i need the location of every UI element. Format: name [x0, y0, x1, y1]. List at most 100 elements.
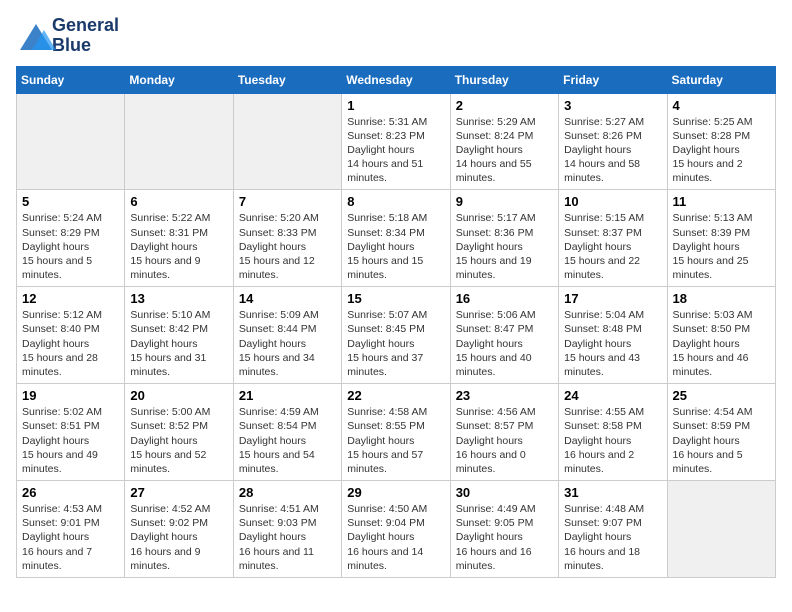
calendar-cell: 31 Sunrise: 4:48 AM Sunset: 9:07 PM Dayl… — [559, 481, 667, 578]
daylight-label: Daylight hours — [347, 435, 414, 447]
daylight-value: 15 hours and 52 minutes. — [130, 449, 206, 475]
sunset-label: Sunset: 9:07 PM — [564, 517, 642, 529]
sunrise-label: Sunrise: 4:54 AM — [673, 406, 753, 418]
daylight-label: Daylight hours — [564, 338, 631, 350]
calendar-cell: 13 Sunrise: 5:10 AM Sunset: 8:42 PM Dayl… — [125, 287, 233, 384]
calendar-week-row: 1 Sunrise: 5:31 AM Sunset: 8:23 PM Dayli… — [17, 93, 776, 190]
daylight-label: Daylight hours — [239, 435, 306, 447]
daylight-value: 15 hours and 37 minutes. — [347, 352, 423, 378]
calendar-cell: 29 Sunrise: 4:50 AM Sunset: 9:04 PM Dayl… — [342, 481, 450, 578]
sunrise-label: Sunrise: 5:10 AM — [130, 309, 210, 321]
sunrise-label: Sunrise: 4:58 AM — [347, 406, 427, 418]
sunset-label: Sunset: 8:26 PM — [564, 130, 642, 142]
sunset-label: Sunset: 8:57 PM — [456, 420, 534, 432]
day-info: Sunrise: 5:29 AM Sunset: 8:24 PM Dayligh… — [456, 115, 553, 186]
weekday-header-row: SundayMondayTuesdayWednesdayThursdayFrid… — [17, 66, 776, 93]
calendar-cell: 8 Sunrise: 5:18 AM Sunset: 8:34 PM Dayli… — [342, 190, 450, 287]
day-number: 6 — [130, 194, 227, 209]
day-info: Sunrise: 5:15 AM Sunset: 8:37 PM Dayligh… — [564, 211, 661, 282]
calendar-cell — [233, 93, 341, 190]
day-number: 21 — [239, 388, 336, 403]
sunset-label: Sunset: 8:33 PM — [239, 227, 317, 239]
sunrise-label: Sunrise: 5:24 AM — [22, 212, 102, 224]
sunset-label: Sunset: 8:48 PM — [564, 323, 642, 335]
day-number: 17 — [564, 291, 661, 306]
day-info: Sunrise: 4:50 AM Sunset: 9:04 PM Dayligh… — [347, 502, 444, 573]
calendar-cell: 3 Sunrise: 5:27 AM Sunset: 8:26 PM Dayli… — [559, 93, 667, 190]
day-info: Sunrise: 4:58 AM Sunset: 8:55 PM Dayligh… — [347, 405, 444, 476]
sunrise-label: Sunrise: 5:03 AM — [673, 309, 753, 321]
calendar-week-row: 26 Sunrise: 4:53 AM Sunset: 9:01 PM Dayl… — [17, 481, 776, 578]
day-number: 25 — [673, 388, 770, 403]
daylight-label: Daylight hours — [673, 241, 740, 253]
day-number: 23 — [456, 388, 553, 403]
sunset-label: Sunset: 8:23 PM — [347, 130, 425, 142]
daylight-label: Daylight hours — [347, 241, 414, 253]
day-info: Sunrise: 5:17 AM Sunset: 8:36 PM Dayligh… — [456, 211, 553, 282]
sunset-label: Sunset: 8:54 PM — [239, 420, 317, 432]
calendar-week-row: 19 Sunrise: 5:02 AM Sunset: 8:51 PM Dayl… — [17, 384, 776, 481]
calendar-cell: 6 Sunrise: 5:22 AM Sunset: 8:31 PM Dayli… — [125, 190, 233, 287]
sunset-label: Sunset: 8:45 PM — [347, 323, 425, 335]
daylight-value: 16 hours and 14 minutes. — [347, 546, 423, 572]
day-info: Sunrise: 5:10 AM Sunset: 8:42 PM Dayligh… — [130, 308, 227, 379]
day-info: Sunrise: 5:07 AM Sunset: 8:45 PM Dayligh… — [347, 308, 444, 379]
day-info: Sunrise: 4:55 AM Sunset: 8:58 PM Dayligh… — [564, 405, 661, 476]
daylight-value: 15 hours and 40 minutes. — [456, 352, 532, 378]
calendar-cell: 17 Sunrise: 5:04 AM Sunset: 8:48 PM Dayl… — [559, 287, 667, 384]
calendar-cell: 23 Sunrise: 4:56 AM Sunset: 8:57 PM Dayl… — [450, 384, 558, 481]
day-number: 16 — [456, 291, 553, 306]
daylight-label: Daylight hours — [130, 241, 197, 253]
sunrise-label: Sunrise: 4:49 AM — [456, 503, 536, 515]
day-number: 18 — [673, 291, 770, 306]
daylight-label: Daylight hours — [564, 531, 631, 543]
sunset-label: Sunset: 9:03 PM — [239, 517, 317, 529]
daylight-value: 16 hours and 16 minutes. — [456, 546, 532, 572]
day-number: 15 — [347, 291, 444, 306]
sunset-label: Sunset: 8:52 PM — [130, 420, 208, 432]
calendar-cell: 10 Sunrise: 5:15 AM Sunset: 8:37 PM Dayl… — [559, 190, 667, 287]
day-number: 12 — [22, 291, 119, 306]
day-info: Sunrise: 4:56 AM Sunset: 8:57 PM Dayligh… — [456, 405, 553, 476]
day-info: Sunrise: 5:25 AM Sunset: 8:28 PM Dayligh… — [673, 115, 770, 186]
daylight-value: 15 hours and 31 minutes. — [130, 352, 206, 378]
day-number: 4 — [673, 98, 770, 113]
daylight-value: 15 hours and 28 minutes. — [22, 352, 98, 378]
sunrise-label: Sunrise: 5:22 AM — [130, 212, 210, 224]
sunset-label: Sunset: 8:59 PM — [673, 420, 751, 432]
daylight-label: Daylight hours — [456, 144, 523, 156]
calendar-cell — [125, 93, 233, 190]
calendar-cell: 22 Sunrise: 4:58 AM Sunset: 8:55 PM Dayl… — [342, 384, 450, 481]
daylight-value: 15 hours and 2 minutes. — [673, 158, 743, 184]
daylight-label: Daylight hours — [456, 531, 523, 543]
weekday-header: Thursday — [450, 66, 558, 93]
sunrise-label: Sunrise: 4:50 AM — [347, 503, 427, 515]
daylight-label: Daylight hours — [673, 338, 740, 350]
daylight-label: Daylight hours — [456, 338, 523, 350]
day-info: Sunrise: 5:04 AM Sunset: 8:48 PM Dayligh… — [564, 308, 661, 379]
sunset-label: Sunset: 8:51 PM — [22, 420, 100, 432]
sunrise-label: Sunrise: 4:53 AM — [22, 503, 102, 515]
day-number: 27 — [130, 485, 227, 500]
calendar-cell: 20 Sunrise: 5:00 AM Sunset: 8:52 PM Dayl… — [125, 384, 233, 481]
day-number: 5 — [22, 194, 119, 209]
daylight-value: 16 hours and 9 minutes. — [130, 546, 200, 572]
daylight-value: 15 hours and 25 minutes. — [673, 255, 749, 281]
daylight-label: Daylight hours — [22, 435, 89, 447]
daylight-label: Daylight hours — [239, 531, 306, 543]
daylight-value: 15 hours and 19 minutes. — [456, 255, 532, 281]
day-info: Sunrise: 5:06 AM Sunset: 8:47 PM Dayligh… — [456, 308, 553, 379]
daylight-value: 16 hours and 7 minutes. — [22, 546, 92, 572]
daylight-value: 15 hours and 9 minutes. — [130, 255, 200, 281]
daylight-label: Daylight hours — [22, 338, 89, 350]
sunrise-label: Sunrise: 5:18 AM — [347, 212, 427, 224]
day-info: Sunrise: 4:59 AM Sunset: 8:54 PM Dayligh… — [239, 405, 336, 476]
daylight-label: Daylight hours — [22, 241, 89, 253]
day-info: Sunrise: 5:02 AM Sunset: 8:51 PM Dayligh… — [22, 405, 119, 476]
weekday-header: Saturday — [667, 66, 775, 93]
weekday-header: Monday — [125, 66, 233, 93]
sunset-label: Sunset: 9:04 PM — [347, 517, 425, 529]
sunrise-label: Sunrise: 5:29 AM — [456, 116, 536, 128]
daylight-value: 14 hours and 51 minutes. — [347, 158, 423, 184]
day-number: 20 — [130, 388, 227, 403]
